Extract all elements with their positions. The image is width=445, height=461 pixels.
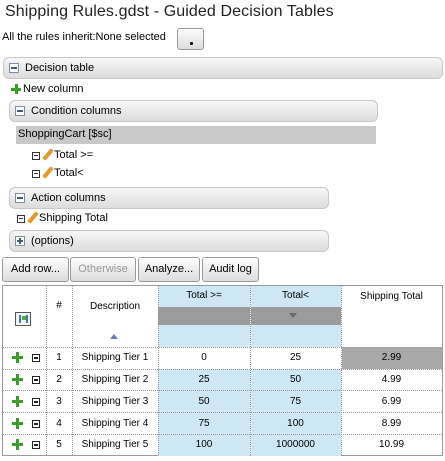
decision-table-header[interactable]: Decision table xyxy=(3,57,443,79)
remove-square-icon[interactable] xyxy=(32,152,40,160)
insert-row-icon[interactable] xyxy=(12,439,23,450)
row-total-gte[interactable]: 50 xyxy=(158,396,250,407)
shipping-total-header[interactable]: Shipping Total xyxy=(341,291,442,302)
pattern-row[interactable]: ShoppingCart [$sc] xyxy=(16,126,376,144)
collapse-minus-icon[interactable] xyxy=(15,106,25,116)
condition-label: Total< xyxy=(54,167,84,179)
row-shipping-total[interactable]: 4.99 xyxy=(341,374,442,385)
num-header: # xyxy=(56,300,62,311)
row-total-lt[interactable]: 1000000 xyxy=(250,439,341,450)
row-description[interactable]: Shipping Tier 4 xyxy=(72,418,158,429)
window-title: Shipping Rules.gdst - Guided Decision Ta… xyxy=(5,3,334,20)
column-config-icon[interactable] xyxy=(15,312,31,326)
audit-log-button[interactable]: Audit log xyxy=(202,257,259,282)
row-shipping-total[interactable]: 6.99 xyxy=(341,396,442,407)
inherit-dropdown-button[interactable] xyxy=(177,28,204,50)
row-total-lt[interactable]: 100 xyxy=(250,418,341,429)
insert-row-icon[interactable] xyxy=(12,418,23,429)
row-total-lt[interactable]: 25 xyxy=(250,352,341,363)
delete-row-icon[interactable] xyxy=(32,441,40,449)
row-description[interactable]: Shipping Tier 2 xyxy=(72,374,158,385)
row-shipping-total[interactable]: 2.99 xyxy=(341,352,442,363)
collapse-minus-icon[interactable] xyxy=(9,63,19,73)
analyze-button[interactable]: Analyze... xyxy=(138,257,200,282)
row-total-gte[interactable]: 100 xyxy=(158,439,250,450)
condition-label: Total >= xyxy=(54,149,94,161)
row-total-lt[interactable]: 50 xyxy=(250,374,341,385)
row-total-lt[interactable]: 75 xyxy=(250,396,341,407)
action-label: Shipping Total xyxy=(39,212,108,224)
row-total-gte[interactable]: 0 xyxy=(158,352,250,363)
inherit-label: All the rules inherit:None selected xyxy=(2,31,166,43)
row-num: 1 xyxy=(56,352,62,363)
decision-grid: # Description Total >= Total< Shipping T… xyxy=(2,285,443,456)
remove-square-icon[interactable] xyxy=(17,215,25,223)
action-columns-label: Action columns xyxy=(31,192,106,204)
options-label: (options) xyxy=(31,235,74,247)
pattern-label: ShoppingCart [$sc] xyxy=(18,128,112,140)
row-total-gte[interactable]: 25 xyxy=(158,374,250,385)
decision-table-label: Decision table xyxy=(25,62,95,74)
row-num: 3 xyxy=(56,396,62,407)
delete-row-icon[interactable] xyxy=(32,398,40,406)
row-num: 2 xyxy=(56,374,62,385)
action-columns-header[interactable]: Action columns xyxy=(9,187,329,209)
condition-columns-header[interactable]: Condition columns xyxy=(9,100,378,122)
insert-row-icon[interactable] xyxy=(12,374,23,385)
edit-pencil-icon[interactable] xyxy=(41,166,55,180)
edit-pencil-icon[interactable] xyxy=(41,148,55,162)
row-shipping-total[interactable]: 10.99 xyxy=(341,439,442,450)
delete-row-icon[interactable] xyxy=(32,376,40,384)
row-num: 5 xyxy=(56,439,62,450)
otherwise-button[interactable]: Otherwise xyxy=(70,257,136,282)
description-header[interactable]: Description xyxy=(72,301,158,312)
edit-pencil-icon[interactable] xyxy=(26,211,40,225)
total-gte-header[interactable]: Total >= xyxy=(158,290,250,301)
row-num: 4 xyxy=(56,418,62,429)
total-lt-header[interactable]: Total< xyxy=(250,290,341,301)
row-description[interactable]: Shipping Tier 1 xyxy=(72,352,158,363)
remove-square-icon[interactable] xyxy=(32,170,40,178)
sort-up-icon[interactable] xyxy=(110,334,118,339)
delete-row-icon[interactable] xyxy=(32,420,40,428)
collapse-minus-icon[interactable] xyxy=(15,193,25,203)
row-description[interactable]: Shipping Tier 5 xyxy=(72,439,158,450)
insert-row-icon[interactable] xyxy=(12,352,23,363)
header-bar xyxy=(158,307,250,325)
dropdown-dot-icon xyxy=(190,42,193,45)
delete-row-icon[interactable] xyxy=(32,354,40,362)
add-plus-icon xyxy=(11,84,21,94)
insert-row-icon[interactable] xyxy=(12,396,23,407)
condition-columns-label: Condition columns xyxy=(31,105,122,117)
row-total-gte[interactable]: 75 xyxy=(158,418,250,429)
row-description[interactable]: Shipping Tier 3 xyxy=(72,396,158,407)
row-shipping-total[interactable]: 8.99 xyxy=(341,418,442,429)
add-row-button[interactable]: Add row... xyxy=(2,257,69,282)
sort-down-icon[interactable] xyxy=(289,313,297,318)
new-column-label: New column xyxy=(23,83,84,95)
options-header[interactable]: (options) xyxy=(9,230,329,252)
expand-plus-icon[interactable] xyxy=(15,236,25,246)
